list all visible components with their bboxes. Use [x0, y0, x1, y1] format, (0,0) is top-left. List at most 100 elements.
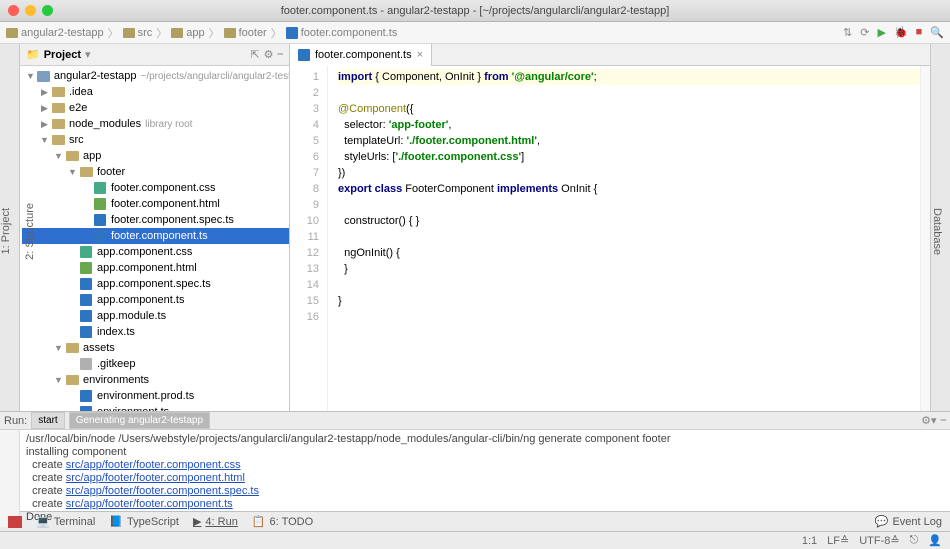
hector-icon[interactable]: 👤: [928, 534, 942, 547]
tree-item-hint: library root: [145, 119, 192, 130]
disclosure-icon[interactable]: ▶: [40, 119, 49, 130]
folder-icon: [66, 375, 79, 385]
gear-icon[interactable]: ⚙: [264, 48, 274, 61]
tree-item[interactable]: app.component.html: [22, 260, 289, 276]
debug-icon[interactable]: 🐞: [894, 26, 908, 39]
breadcrumb-item[interactable]: footer.component.ts: [286, 27, 398, 39]
disclosure-icon[interactable]: ▶: [40, 103, 49, 114]
code-line[interactable]: ngOnInit() {: [338, 245, 920, 261]
tool-tab-todo[interactable]: 📋 6: TODO: [252, 515, 313, 528]
lock-icon[interactable]: ⎋: [910, 534, 919, 547]
tool-tab-run[interactable]: ▶ 4: Run: [193, 515, 238, 528]
code-line[interactable]: [338, 277, 920, 293]
close-window-button[interactable]: [8, 5, 19, 16]
code-line[interactable]: }): [338, 165, 920, 181]
line-separator[interactable]: LF≙: [827, 534, 849, 547]
hide-icon[interactable]: ⎯: [941, 414, 947, 427]
code-line[interactable]: @Component({: [338, 101, 920, 117]
tree-item[interactable]: footer.component.html: [22, 196, 289, 212]
run-icon[interactable]: ▶: [877, 26, 885, 39]
code-line[interactable]: export class FooterComponent implements …: [338, 181, 920, 197]
tree-item[interactable]: ▼src: [22, 132, 289, 148]
tree-item[interactable]: app.component.ts: [22, 292, 289, 308]
line-number: 14: [290, 277, 319, 293]
code-line[interactable]: [338, 309, 920, 325]
tree-item[interactable]: app.module.ts: [22, 308, 289, 324]
tree-item[interactable]: .gitkeep: [22, 356, 289, 372]
folder-icon: [52, 135, 65, 145]
tree-item[interactable]: footer.component.css: [22, 180, 289, 196]
run-tab-generating[interactable]: Generating angular2-testapp: [69, 412, 210, 429]
code-line[interactable]: }: [338, 261, 920, 277]
disclosure-icon[interactable]: ▼: [54, 343, 63, 353]
code-area[interactable]: import { Component, OnInit } from '@angu…: [328, 66, 920, 411]
vcs-icon[interactable]: ⇅: [843, 26, 852, 39]
breadcrumb-item[interactable]: app: [171, 27, 204, 39]
tool-tab-project[interactable]: 1: Project: [0, 208, 12, 254]
tree-item[interactable]: environment.prod.ts: [22, 388, 289, 404]
tree-item[interactable]: ▼app: [22, 148, 289, 164]
collapse-icon[interactable]: ⇱: [250, 48, 259, 61]
code-line[interactable]: [338, 85, 920, 101]
tree-item[interactable]: ▶node_moduleslibrary root: [22, 116, 289, 132]
code-line[interactable]: [338, 197, 920, 213]
run-console[interactable]: /usr/local/bin/node /Users/webstyle/proj…: [20, 430, 950, 527]
editor-marker-strip: [920, 66, 930, 411]
tree-item[interactable]: environment.ts: [22, 404, 289, 411]
editor-body[interactable]: 12345678910111213141516 import { Compone…: [290, 66, 930, 411]
code-line[interactable]: selector: 'app-footer',: [338, 117, 920, 133]
breadcrumb-item[interactable]: src: [123, 27, 153, 39]
tree-item[interactable]: ▶e2e: [22, 100, 289, 116]
tool-tab-database[interactable]: Database: [931, 208, 943, 255]
project-tool-label: Project: [44, 49, 81, 61]
code-line[interactable]: }: [338, 293, 920, 309]
editor-tab[interactable]: footer.component.ts ×: [290, 44, 432, 66]
close-tab-icon[interactable]: ×: [417, 49, 423, 61]
disclosure-icon[interactable]: ▶: [40, 87, 49, 98]
disclosure-icon[interactable]: ▼: [26, 71, 35, 81]
breadcrumb-separator: 〉: [156, 25, 167, 41]
dropdown-icon[interactable]: ▾: [85, 48, 91, 61]
tree-item[interactable]: index.ts: [22, 324, 289, 340]
console-link[interactable]: src/app/footer/footer.component.ts: [66, 498, 233, 510]
tree-item[interactable]: footer.component.spec.ts: [22, 212, 289, 228]
code-line[interactable]: constructor() { }: [338, 213, 920, 229]
tree-item[interactable]: ▼environments: [22, 372, 289, 388]
tree-item[interactable]: footer.component.ts: [22, 228, 289, 244]
tree-item[interactable]: ▼assets: [22, 340, 289, 356]
tool-tab-terminal[interactable]: 💻 Terminal: [36, 515, 95, 528]
tree-item[interactable]: ▶.idea: [22, 84, 289, 100]
gear-icon[interactable]: ⚙▾: [921, 414, 936, 427]
stop-icon[interactable]: ■: [916, 26, 923, 39]
console-link[interactable]: src/app/footer/footer.component.spec.ts: [66, 485, 259, 497]
disclosure-icon[interactable]: ▼: [54, 151, 63, 161]
file-encoding[interactable]: UTF-8≙: [859, 534, 899, 547]
code-line[interactable]: [338, 229, 920, 245]
ts-file-icon: [286, 27, 298, 39]
code-line[interactable]: styleUrls: ['./footer.component.css']: [338, 149, 920, 165]
tree-item[interactable]: ▼angular2-testapp~/projects/angularcli/a…: [22, 68, 289, 84]
minimize-window-button[interactable]: [25, 5, 36, 16]
tree-item[interactable]: app.component.css: [22, 244, 289, 260]
project-tree[interactable]: ▼angular2-testapp~/projects/angularcli/a…: [20, 66, 289, 411]
tool-tab-structure[interactable]: 2: Structure: [24, 203, 36, 260]
breadcrumb-separator: 〉: [108, 25, 119, 41]
tool-tab-eventlog[interactable]: 💬 Event Log: [875, 515, 942, 528]
hide-icon[interactable]: ⎯: [278, 48, 284, 61]
tree-item[interactable]: ▼footer: [22, 164, 289, 180]
code-line[interactable]: import { Component, OnInit } from '@angu…: [338, 69, 920, 85]
console-link[interactable]: src/app/footer/footer.component.css: [66, 459, 241, 471]
console-link[interactable]: src/app/footer/footer.component.html: [66, 472, 245, 484]
run-tab-start[interactable]: start: [31, 412, 64, 429]
search-icon[interactable]: 🔍: [930, 26, 944, 39]
breadcrumb-item[interactable]: angular2-testapp: [6, 27, 104, 39]
zoom-window-button[interactable]: [42, 5, 53, 16]
sync-icon[interactable]: ⟳: [860, 26, 869, 39]
disclosure-icon[interactable]: ▼: [40, 135, 49, 145]
code-line[interactable]: templateUrl: './footer.component.html',: [338, 133, 920, 149]
breadcrumb-item[interactable]: footer: [224, 27, 267, 39]
tree-item[interactable]: app.component.spec.ts: [22, 276, 289, 292]
disclosure-icon[interactable]: ▼: [54, 375, 63, 385]
tool-tab-typescript[interactable]: 📘 TypeScript: [109, 515, 179, 528]
disclosure-icon[interactable]: ▼: [68, 167, 77, 177]
